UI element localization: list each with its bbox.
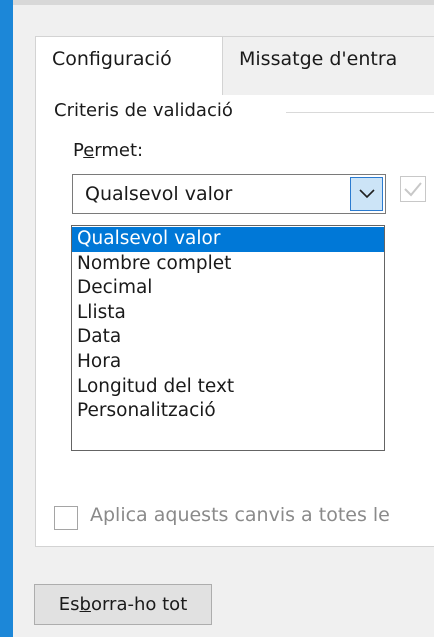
list-item[interactable]: Decimal — [72, 276, 384, 301]
tab-input-message-label: Missatge d'entra — [239, 48, 398, 70]
tab-settings[interactable]: Configuració — [35, 36, 223, 95]
group-divider — [286, 112, 434, 113]
list-item[interactable]: Llista — [72, 301, 384, 326]
apply-all-label: Aplica aquests canvis a totes le — [90, 504, 390, 526]
dropdown-button[interactable] — [350, 177, 383, 211]
allow-label-rest: rmet: — [94, 140, 144, 161]
allow-dropdown-list: Qualsevol valor Nombre complet Decimal L… — [71, 225, 385, 451]
chevron-down-icon — [359, 189, 375, 199]
checkmark-icon — [404, 182, 422, 197]
allow-select[interactable]: Qualsevol valor — [72, 174, 386, 214]
tab-settings-label: Configuració — [52, 48, 172, 70]
window-border-left — [0, 0, 13, 637]
clear-all-label-rest: orra-ho tot — [90, 594, 188, 615]
allow-label: Permet: — [73, 140, 143, 161]
ignore-blank-checkbox[interactable] — [400, 176, 426, 202]
list-item[interactable]: Hora — [72, 350, 384, 375]
clear-all-label: Es — [58, 594, 80, 615]
clear-all-accesskey: b — [79, 594, 91, 615]
list-item[interactable]: Nombre complet — [72, 252, 384, 277]
allow-select-value: Qualsevol valor — [85, 183, 233, 205]
list-item[interactable]: Longitud del text — [72, 375, 384, 400]
tab-input-message[interactable]: Missatge d'entra — [223, 36, 434, 95]
allow-label-part: P — [73, 140, 84, 161]
list-item[interactable]: Data — [72, 325, 384, 350]
apply-all-checkbox[interactable] — [54, 506, 78, 530]
window-border-top — [13, 0, 434, 5]
validation-criteria-title: Criteris de validació — [54, 100, 245, 121]
allow-label-accesskey: e — [83, 140, 95, 161]
list-item[interactable]: Personalització — [72, 399, 384, 424]
list-item[interactable]: Qualsevol valor — [72, 227, 384, 252]
clear-all-button[interactable]: Esborra-ho tot — [34, 584, 212, 625]
